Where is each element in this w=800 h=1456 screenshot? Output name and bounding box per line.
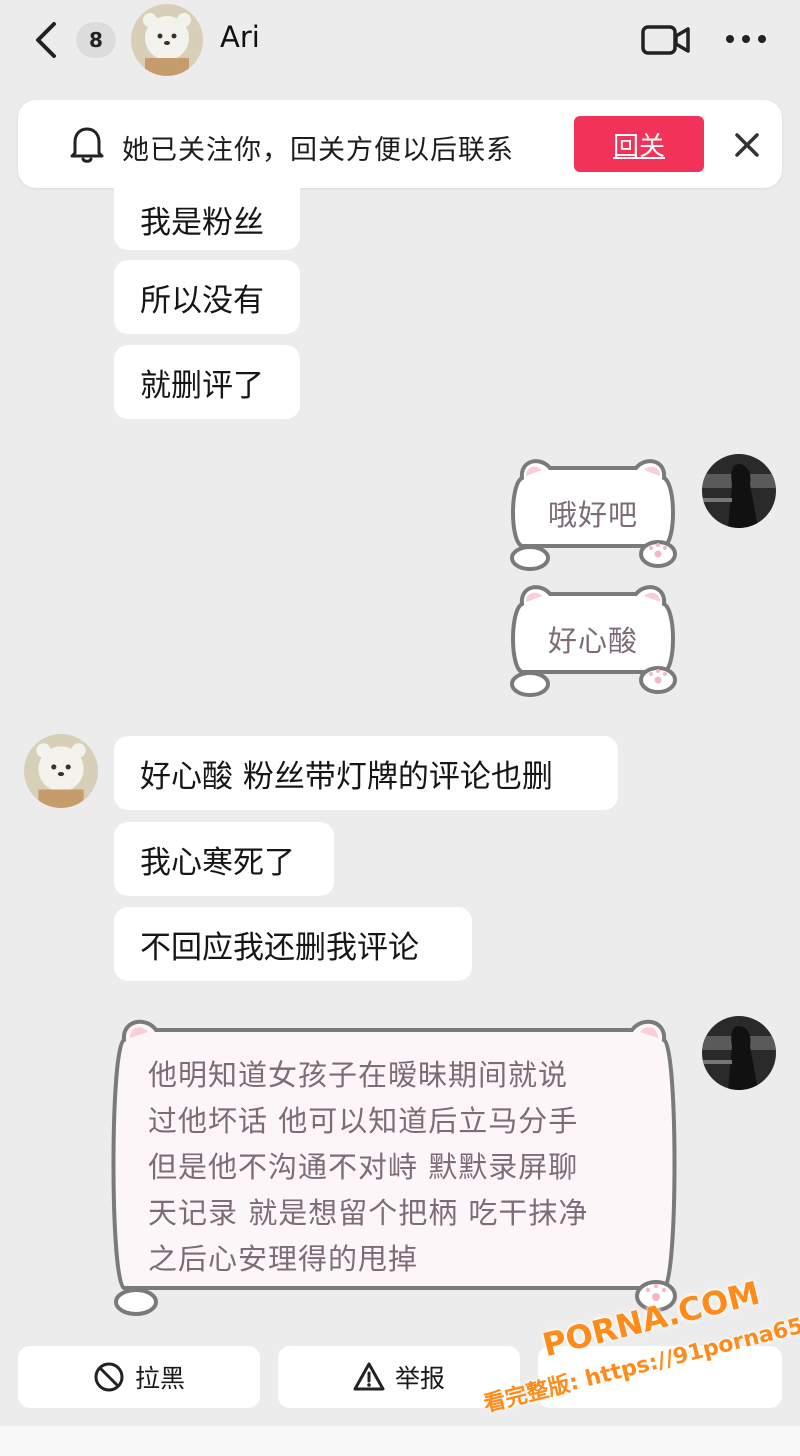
- message-bubble[interactable]: 我心寒死了: [114, 822, 334, 896]
- follow-back-button[interactable]: 回关: [574, 116, 704, 172]
- chat-header: 8 Ari: [0, 0, 800, 84]
- message-text: 但是他不沟通不对峙 默默录屏聊: [148, 1150, 579, 1184]
- block-button[interactable]: 拉黑: [18, 1346, 260, 1408]
- message-text: 好心酸 粉丝带灯牌的评论也删: [140, 758, 553, 795]
- message-text: 哦好吧: [547, 498, 638, 532]
- follow-back-banner: 她已关注你，回关方便以后联系 回关: [18, 100, 782, 188]
- bell-icon: [70, 127, 104, 163]
- my-avatar[interactable]: [702, 1016, 776, 1090]
- message-bubble[interactable]: 好心酸 粉丝带灯牌的评论也删: [114, 736, 618, 810]
- message-text: 之后心安理得的甩掉: [148, 1242, 419, 1276]
- message-text: 过他坏话 他可以知道后立马分手: [148, 1104, 579, 1138]
- message-text: 我心寒死了: [140, 844, 295, 881]
- back-arrow-icon[interactable]: [30, 20, 66, 60]
- block-icon: [94, 1362, 124, 1392]
- message-text: 他明知道女孩子在暧昧期间就说: [148, 1058, 569, 1092]
- contact-avatar[interactable]: [24, 734, 98, 808]
- input-bar[interactable]: [0, 1426, 800, 1456]
- message-text: 不回应我还删我评论: [140, 929, 419, 966]
- contact-name[interactable]: Ari: [220, 20, 260, 54]
- message-text: 我是粉丝: [140, 204, 264, 241]
- message-bubble[interactable]: 就删评了: [114, 345, 300, 419]
- my-avatar[interactable]: [702, 454, 776, 528]
- message-bubble[interactable]: 不回应我还删我评论: [114, 907, 472, 981]
- unread-count-badge[interactable]: 8: [76, 22, 116, 58]
- warning-icon: [353, 1362, 385, 1391]
- cat-message-bubble[interactable]: 好心酸: [500, 580, 686, 698]
- block-label: 拉黑: [134, 1364, 185, 1393]
- message-bubble[interactable]: 所以没有: [114, 260, 300, 334]
- message-text: 好心酸: [547, 624, 638, 658]
- cat-message-bubble[interactable]: 哦好吧: [500, 454, 686, 572]
- video-call-icon[interactable]: [640, 20, 692, 60]
- report-label: 举报: [394, 1364, 445, 1393]
- cat-message-bubble[interactable]: 他明知道女孩子在暧昧期间就说 过他坏话 他可以知道后立马分手 但是他不沟通不对峙…: [102, 1012, 686, 1318]
- message-text: 就删评了: [140, 367, 264, 404]
- message-text: 天记录 就是想留个把柄 吃干抹净: [148, 1196, 589, 1230]
- banner-text: 她已关注你，回关方便以后联系: [122, 135, 514, 166]
- message-text: 所以没有: [140, 282, 264, 319]
- contact-avatar[interactable]: [131, 4, 203, 76]
- more-options-icon[interactable]: [724, 24, 768, 54]
- close-icon[interactable]: [730, 128, 764, 162]
- message-bubble[interactable]: 我是粉丝: [114, 188, 300, 250]
